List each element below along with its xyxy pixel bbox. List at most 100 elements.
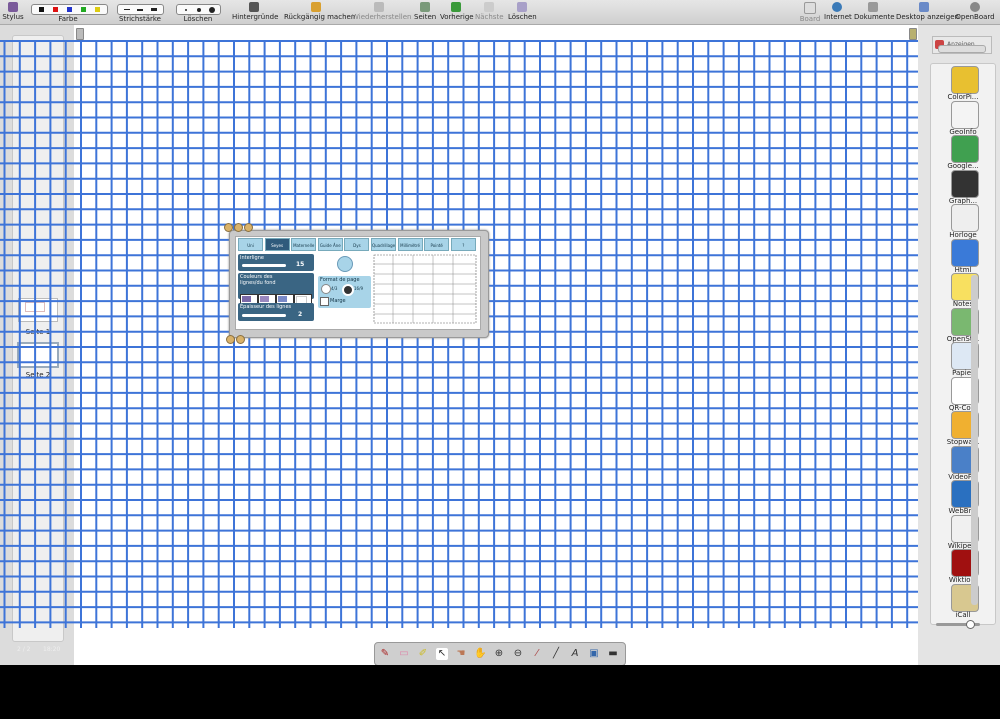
- tab-paper-3[interactable]: Guide Âne: [317, 238, 343, 251]
- internet-button[interactable]: Internet: [824, 0, 852, 24]
- paper-widget[interactable]: Uni Seyes Maternelle Guide Âne Dys Quadrillag…: [224, 223, 489, 344]
- eraser-medium[interactable]: [195, 6, 203, 13]
- library-app-9[interactable]: QR-Co...: [931, 376, 995, 412]
- color-blue[interactable]: [65, 6, 73, 13]
- library-app-12[interactable]: WebBr...: [931, 480, 995, 515]
- format-16-9-radio[interactable]: [342, 284, 354, 296]
- library-app-0[interactable]: ColorPi...: [931, 66, 995, 101]
- marker-tool-icon[interactable]: ✐: [417, 648, 429, 660]
- widget-settings-icon[interactable]: [234, 223, 243, 232]
- library-scrollbar[interactable]: [971, 275, 978, 605]
- pages-button[interactable]: Seiten: [414, 0, 436, 24]
- undo-button[interactable]: Rückgängig machen: [284, 0, 355, 24]
- hand-tool-icon[interactable]: ✋: [474, 648, 486, 660]
- clear-page-button[interactable]: Löschen: [508, 0, 537, 24]
- library-app-3[interactable]: Graph...: [931, 169, 995, 205]
- zoom-out-tool-icon[interactable]: ⊖: [512, 648, 524, 660]
- previous-page-button[interactable]: Vorherige: [440, 0, 474, 24]
- stylus-icon: [8, 2, 18, 12]
- redo-button[interactable]: Wiederherstellen: [352, 0, 411, 24]
- openboard-menu-button[interactable]: OpenBoard: [955, 0, 995, 24]
- stroke-thin[interactable]: [123, 6, 131, 13]
- thickness-value: 2: [298, 311, 303, 318]
- library-app-14[interactable]: Wiktio...: [931, 549, 995, 584]
- tab-paper-2[interactable]: Maternelle: [291, 238, 317, 251]
- app-icon: [951, 66, 979, 94]
- library-app-10[interactable]: Stopwa...: [931, 411, 995, 446]
- color-green[interactable]: [80, 6, 88, 13]
- previous-page-icon: [451, 2, 461, 12]
- format-4-3-radio[interactable]: [321, 284, 331, 294]
- tab-paper-6[interactable]: Millimètré: [397, 238, 423, 251]
- laser-pointer-icon[interactable]: ⁄: [531, 648, 543, 660]
- eraser-tool-icon[interactable]: ▭: [398, 648, 410, 660]
- pen-tool-icon[interactable]: ✎: [379, 648, 391, 660]
- app-icon: [951, 135, 979, 163]
- zoom-in-tool-icon[interactable]: ⊕: [493, 648, 505, 660]
- stroke-thick[interactable]: [150, 6, 158, 13]
- clock: 18:20: [43, 646, 61, 653]
- color-yellow[interactable]: [94, 6, 102, 13]
- interline-panel: Interligne 15: [238, 254, 314, 271]
- tab-paper-5[interactable]: Quadrillage: [371, 238, 396, 251]
- color-red[interactable]: [51, 6, 59, 13]
- next-page-button[interactable]: Nächste: [475, 0, 504, 24]
- paper-preview-icon[interactable]: [337, 256, 353, 272]
- thickness-slider[interactable]: [242, 314, 286, 317]
- clear-icon: [517, 2, 527, 12]
- eraser-size-selector[interactable]: [176, 4, 221, 15]
- library-app-11[interactable]: VideoP...: [931, 445, 995, 481]
- library-app-13[interactable]: Wikipe...: [931, 514, 995, 550]
- selector-tool-icon[interactable]: ↖: [436, 648, 448, 660]
- text-tool-icon[interactable]: A: [569, 648, 581, 660]
- stylus-button[interactable]: Stylus: [2, 0, 24, 24]
- show-desktop-button[interactable]: Desktop anzeigen: [896, 0, 959, 24]
- library-app-7[interactable]: OpenSt...: [931, 307, 995, 343]
- tab-paper-0[interactable]: Uni: [238, 238, 263, 251]
- board-mode-button[interactable]: Board: [798, 0, 822, 24]
- color-black[interactable]: [37, 6, 45, 13]
- stylus-palette: ✎ ▭ ✐ ↖ ☚ ✋ ⊕ ⊖ ⁄ ╱ A ▣ ▬: [374, 642, 626, 665]
- folder-icon: [868, 2, 878, 12]
- library-app-8[interactable]: Papier: [931, 342, 995, 377]
- paper-widget-content: Uni Seyes Maternelle Guide Âne Dys Quadrillag…: [235, 236, 481, 330]
- backgrounds-button[interactable]: Hintergründe: [232, 0, 278, 24]
- library-app-15[interactable]: iCall: [931, 583, 995, 619]
- library-app-5[interactable]: Html: [931, 238, 995, 274]
- tab-paper-8[interactable]: ?: [450, 238, 476, 251]
- documents-button[interactable]: Dokumente: [854, 0, 895, 24]
- board-left-handle[interactable]: [76, 28, 84, 40]
- pages-icon: [420, 2, 430, 12]
- stroke-selector[interactable]: [117, 4, 164, 15]
- line-tool-icon[interactable]: ╱: [550, 648, 562, 660]
- library-search-field[interactable]: [938, 45, 986, 53]
- widget-zoom-in-icon[interactable]: [236, 335, 245, 344]
- widget-zoom-out-icon[interactable]: [226, 335, 235, 344]
- virtual-keyboard-icon[interactable]: ▬: [607, 648, 619, 660]
- paper-preview-table: [373, 254, 477, 324]
- tab-paper-7[interactable]: Pointé: [424, 238, 450, 251]
- eraser-large[interactable]: [208, 6, 216, 13]
- widget-close-icon[interactable]: [224, 223, 233, 232]
- play-tool-icon[interactable]: ☚: [455, 648, 467, 660]
- top-toolbar: Stylus Farbe Strichstärke Löschen Hinter…: [0, 0, 1000, 25]
- desktop-icon: [919, 2, 929, 12]
- library-app-1[interactable]: GeoInfo: [931, 100, 995, 136]
- widget-freeze-icon[interactable]: [244, 223, 253, 232]
- interline-slider[interactable]: [242, 264, 286, 267]
- capture-tool-icon[interactable]: ▣: [588, 648, 600, 660]
- library-app-6[interactable]: Notes: [931, 273, 995, 308]
- board-icon: [804, 2, 816, 14]
- library-app-2[interactable]: Google...: [931, 135, 995, 170]
- tab-paper-1[interactable]: Seyes: [264, 238, 290, 251]
- stroke-medium[interactable]: [136, 6, 144, 13]
- library-zoom-knob[interactable]: [966, 620, 975, 629]
- library-app-4[interactable]: Horloge: [931, 204, 995, 239]
- color-label: Farbe: [58, 15, 78, 23]
- tab-paper-4[interactable]: Dys: [344, 238, 370, 251]
- globe-icon: [832, 2, 842, 12]
- eraser-small[interactable]: [182, 6, 190, 13]
- color-selector[interactable]: [31, 4, 108, 15]
- board-right-handle[interactable]: [909, 28, 917, 40]
- margin-checkbox[interactable]: [320, 297, 329, 306]
